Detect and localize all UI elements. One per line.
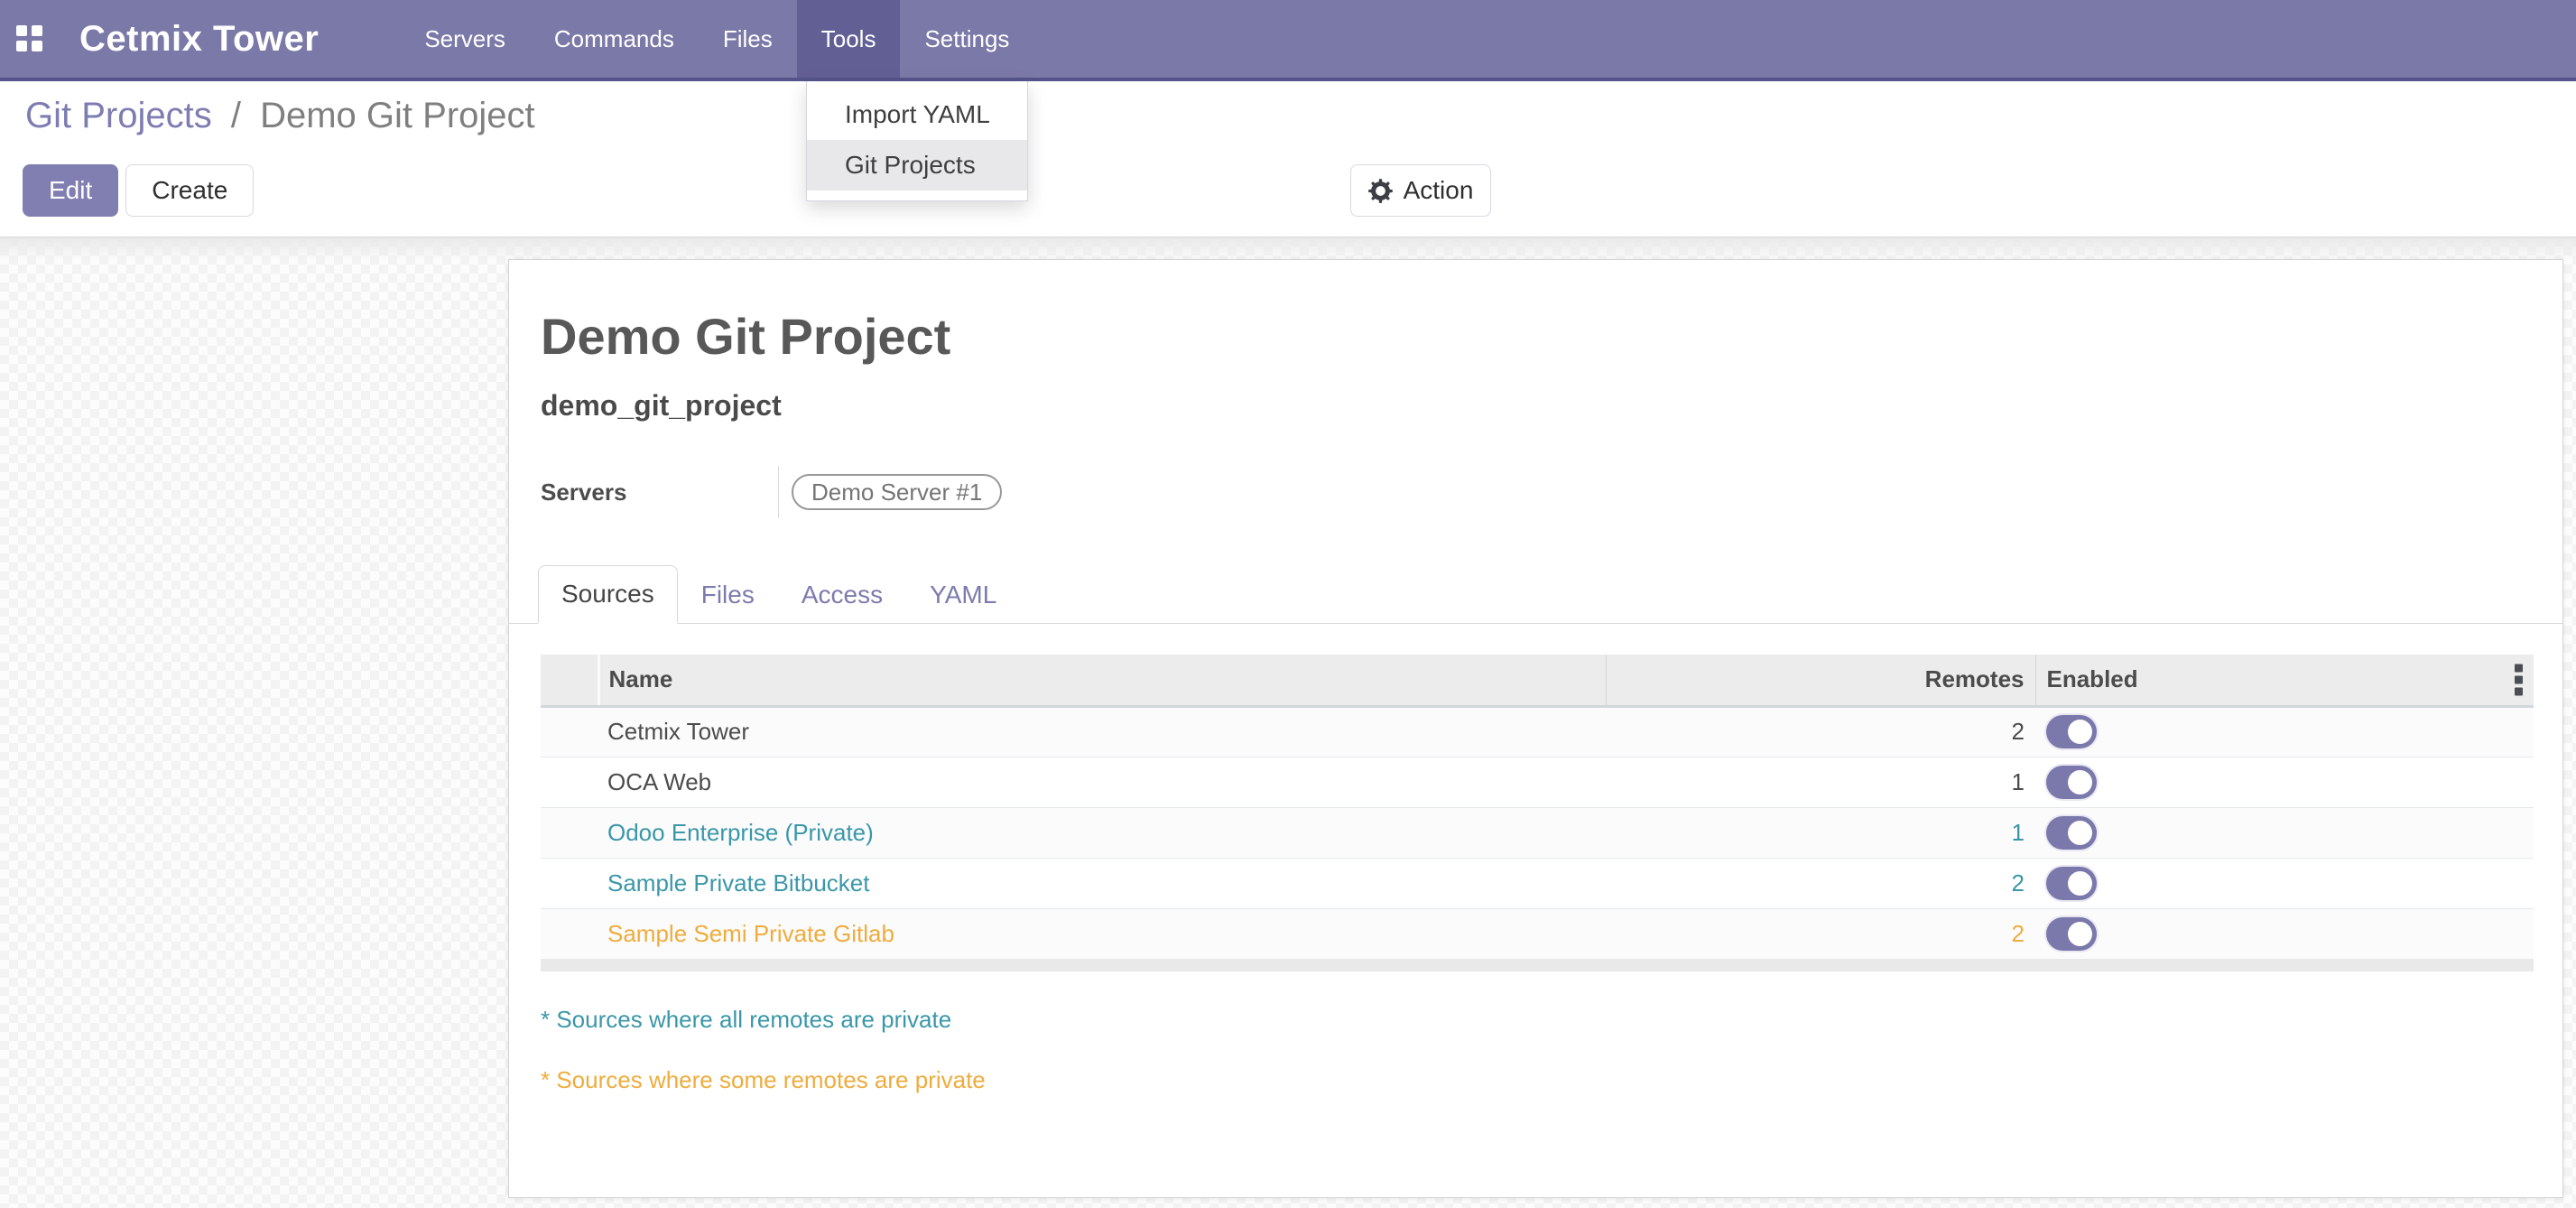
- nav-item-servers[interactable]: Servers: [400, 0, 530, 78]
- create-button[interactable]: Create: [125, 164, 254, 217]
- main-menu: Servers Commands Files Tools Settings: [400, 0, 1033, 78]
- optional-columns-icon[interactable]: [2515, 664, 2523, 695]
- tools-dropdown-menu: Import YAML Git Projects: [806, 81, 1028, 201]
- privacy-legend: * Sources where all remotes are private …: [541, 1006, 2562, 1094]
- servers-field: Servers Demo Server #1: [541, 466, 2562, 518]
- source-name: OCA Web: [598, 757, 1606, 807]
- nav-item-commands[interactable]: Commands: [530, 0, 699, 78]
- servers-field-value: Demo Server #1: [778, 466, 1002, 518]
- selector-column-header[interactable]: [541, 655, 598, 706]
- table-row-sample-semi-private-gitlab[interactable]: Sample Semi Private Gitlab 2: [541, 908, 2534, 959]
- brand-title[interactable]: Cetmix Tower: [79, 0, 319, 78]
- notebook-tabs: Sources Files Access YAML: [509, 565, 2562, 624]
- remotes-count: 1: [1606, 757, 2035, 807]
- record-buttons: Edit Create: [23, 164, 254, 217]
- source-name: Cetmix Tower: [598, 706, 1606, 757]
- server-tag[interactable]: Demo Server #1: [792, 474, 1002, 510]
- enabled-toggle[interactable]: [2046, 917, 2097, 951]
- enabled-toggle[interactable]: [2046, 766, 2097, 799]
- column-header-enabled-label: Enabled: [2047, 665, 2138, 692]
- content-area: Demo Git Project demo_git_project Server…: [0, 237, 2576, 1208]
- form-sheet: Demo Git Project demo_git_project Server…: [508, 259, 2563, 1198]
- table-row-odoo-enterprise[interactable]: Odoo Enterprise (Private) 1: [541, 807, 2534, 858]
- legend-all-remotes-private: * Sources where all remotes are private: [541, 1006, 2562, 1034]
- remotes-count: 2: [1606, 858, 2035, 908]
- nav-item-files[interactable]: Files: [699, 0, 797, 78]
- control-panel: Git Projects / Demo Git Project Edit Cre…: [0, 81, 2576, 237]
- enabled-toggle[interactable]: [2046, 816, 2097, 850]
- record-title: Demo Git Project: [541, 307, 2562, 366]
- tab-sources[interactable]: Sources: [538, 565, 678, 624]
- menu-item-import-yaml[interactable]: Import YAML: [807, 89, 1027, 140]
- top-navbar: Cetmix Tower Servers Commands Files Tool…: [0, 0, 2576, 81]
- breadcrumb: Git Projects / Demo Git Project: [25, 96, 535, 136]
- remotes-count: 2: [1606, 908, 2035, 959]
- source-name: Odoo Enterprise (Private): [598, 807, 1606, 858]
- table-row-oca-web[interactable]: OCA Web 1: [541, 757, 2534, 807]
- table-row-cetmix-tower[interactable]: Cetmix Tower 2: [541, 706, 2534, 757]
- menu-item-git-projects[interactable]: Git Projects: [807, 140, 1027, 190]
- nav-item-tools[interactable]: Tools: [797, 0, 901, 78]
- servers-field-label: Servers: [541, 479, 778, 506]
- enabled-toggle[interactable]: [2046, 715, 2097, 748]
- gear-icon: [1368, 179, 1393, 203]
- tab-files[interactable]: Files: [678, 565, 778, 624]
- record-code: demo_git_project: [541, 389, 2562, 423]
- legend-some-remotes-private: * Sources where some remotes are private: [541, 1066, 2562, 1094]
- action-button-label: Action: [1404, 176, 1474, 205]
- apps-menu-button[interactable]: [0, 0, 60, 78]
- table-row-sample-private-bitbucket[interactable]: Sample Private Bitbucket 2: [541, 858, 2534, 908]
- action-button[interactable]: Action: [1350, 164, 1491, 217]
- source-name: Sample Private Bitbucket: [598, 858, 1606, 908]
- table-horizontal-scrollbar[interactable]: [541, 959, 2534, 971]
- source-name: Sample Semi Private Gitlab: [598, 908, 1606, 959]
- tab-yaml[interactable]: YAML: [906, 565, 1020, 624]
- edit-button[interactable]: Edit: [23, 164, 118, 217]
- tab-access[interactable]: Access: [778, 565, 906, 624]
- column-header-enabled[interactable]: Enabled: [2035, 655, 2534, 706]
- sources-table: Name Remotes Enabled Cetmix Tower 2: [541, 655, 2534, 959]
- enabled-toggle[interactable]: [2046, 867, 2097, 900]
- breadcrumb-current: Demo Git Project: [260, 96, 535, 135]
- breadcrumb-separator: /: [231, 96, 241, 135]
- sources-table-container: Name Remotes Enabled Cetmix Tower 2: [541, 655, 2534, 971]
- column-header-name[interactable]: Name: [598, 655, 1606, 706]
- remotes-count: 2: [1606, 706, 2035, 757]
- table-header-row: Name Remotes Enabled: [541, 655, 2534, 706]
- apps-grid-icon: [16, 25, 43, 52]
- column-header-remotes[interactable]: Remotes: [1606, 655, 2035, 706]
- remotes-count: 1: [1606, 807, 2035, 858]
- nav-item-settings[interactable]: Settings: [900, 0, 1033, 78]
- breadcrumb-link-git-projects[interactable]: Git Projects: [25, 96, 212, 135]
